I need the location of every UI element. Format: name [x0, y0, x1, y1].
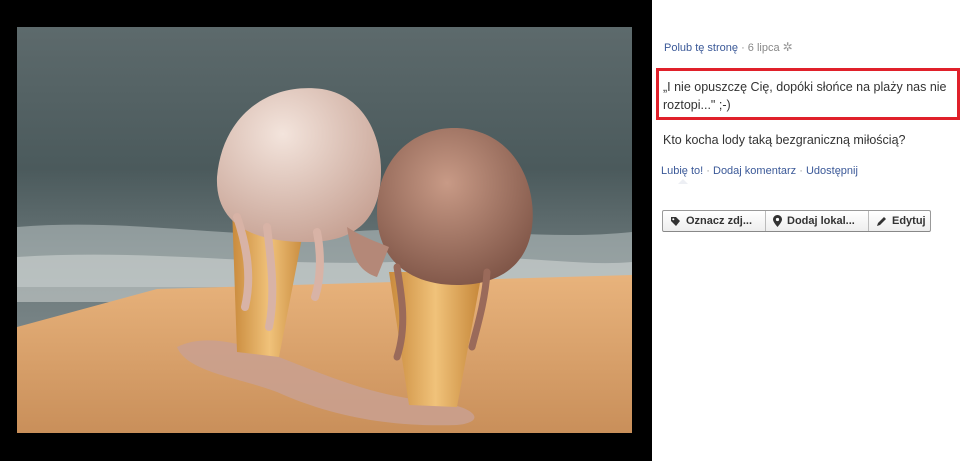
tag-icon	[670, 216, 681, 227]
comment-box-caret	[678, 179, 688, 184]
pencil-icon	[876, 216, 887, 227]
edit-button[interactable]: Edytuj	[869, 211, 930, 231]
photo-toolbar: Oznacz zdj... Dodaj lokal... Edytuj	[662, 210, 931, 232]
comment-link[interactable]: Dodaj komentarz	[713, 165, 796, 177]
photo-viewer	[0, 0, 652, 461]
share-link[interactable]: Udostępnij	[806, 165, 858, 177]
post-meta: Polub tę stronę · 6 lipca ✲	[664, 40, 793, 54]
edit-label: Edytuj	[892, 215, 926, 227]
post-date[interactable]: 6 lipca	[748, 42, 780, 54]
actions-separator: ·	[706, 165, 710, 177]
tag-photo-label: Oznacz zdj...	[686, 215, 753, 227]
post-actions: Lubię to! · Dodaj komentarz · Udostępnij	[661, 165, 858, 177]
photo[interactable]	[17, 27, 632, 433]
add-location-label: Dodaj lokal...	[787, 215, 855, 227]
like-page-link[interactable]: Polub tę stronę	[664, 42, 738, 54]
post-sidebar: Polub tę stronę · 6 lipca ✲ „I nie opusz…	[652, 0, 971, 461]
actions-separator: ·	[799, 165, 803, 177]
like-link[interactable]: Lubię to!	[661, 165, 703, 177]
add-location-button[interactable]: Dodaj lokal...	[766, 211, 869, 231]
post-description: Kto kocha lody taką bezgraniczną miłości…	[663, 133, 906, 147]
privacy-gear-icon[interactable]: ✲	[783, 40, 793, 54]
tag-photo-button[interactable]: Oznacz zdj...	[663, 211, 766, 231]
meta-separator: ·	[741, 42, 745, 54]
location-pin-icon	[773, 215, 782, 227]
post-quote: „I nie opuszczę Cię, dopóki słońce na pl…	[663, 80, 947, 112]
